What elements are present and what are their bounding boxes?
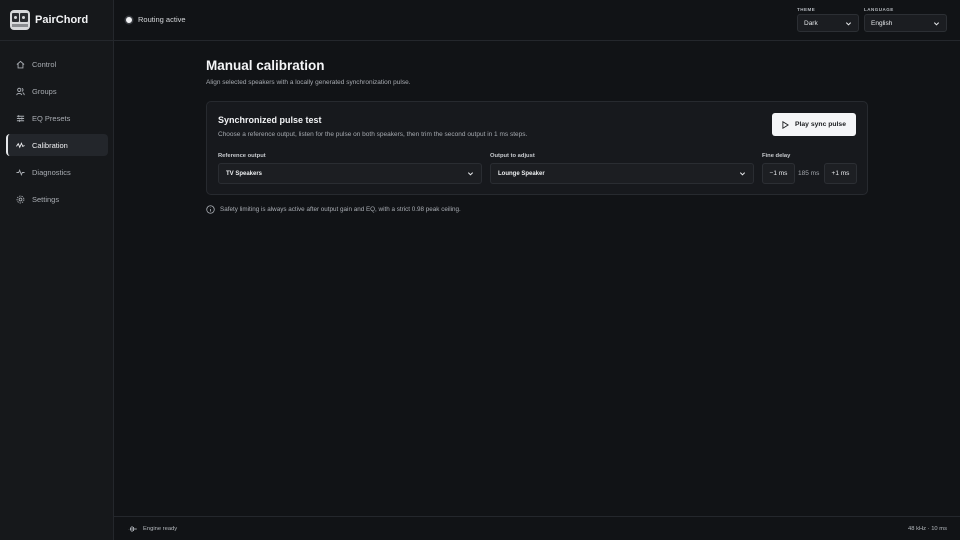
status-text: Routing active <box>138 15 186 24</box>
users-icon <box>16 87 25 96</box>
sidebar-item-groups[interactable]: Groups <box>6 80 108 102</box>
sidebar-item-label: Calibration <box>32 140 68 150</box>
pulse-icon <box>16 141 25 150</box>
app-logo-icon <box>10 10 30 30</box>
sidebar-item-label: Groups <box>32 86 57 96</box>
sidebar-divider <box>0 40 114 41</box>
theme-selector: THEME Dark <box>797 7 859 32</box>
page-title: Manual calibration <box>206 58 325 73</box>
activity-icon <box>16 168 25 177</box>
routing-status: Routing active <box>126 15 186 24</box>
sidebar-item-eq-presets[interactable]: EQ Presets <box>6 107 108 129</box>
theme-label: THEME <box>797 7 816 12</box>
card-description: Choose a reference output, listen for th… <box>218 131 528 138</box>
play-sync-pulse-button[interactable]: Play sync pulse <box>772 113 856 136</box>
sidebar: PairChord Control Groups EQ Presets Cali <box>0 0 114 540</box>
language-select[interactable]: English <box>864 14 947 32</box>
engine-status-text: Engine ready <box>143 526 178 532</box>
sidebar-item-label: Diagnostics <box>32 167 71 177</box>
delay-increase-button[interactable]: +1 ms <box>824 163 857 184</box>
language-selector: LANGUAGE English <box>864 7 947 32</box>
page-subtitle: Align selected speakers with a locally g… <box>206 79 411 86</box>
theme-select[interactable]: Dark <box>797 14 859 32</box>
fine-delay-label: Fine delay <box>762 153 791 159</box>
info-icon <box>206 205 215 214</box>
output-to-adjust-value: Lounge Speaker <box>498 170 545 177</box>
play-icon <box>782 120 789 129</box>
output-to-adjust-label: Output to adjust <box>490 153 535 159</box>
reference-output-select[interactable]: TV Speakers <box>218 163 482 184</box>
safety-note: Safety limiting is always active after o… <box>206 205 461 214</box>
brand[interactable]: PairChord <box>10 9 88 31</box>
main-content: Manual calibration Align selected speake… <box>206 58 868 214</box>
status-dot-icon <box>126 16 132 23</box>
home-icon <box>16 60 25 69</box>
sliders-icon <box>16 114 25 123</box>
audio-format-info: 48 kHz · 10 ms <box>908 526 947 532</box>
sidebar-item-label: Control <box>32 59 57 69</box>
chevron-down-icon <box>467 172 474 176</box>
output-to-adjust-select[interactable]: Lounge Speaker <box>490 163 754 184</box>
delay-value: 185 ms <box>798 170 820 177</box>
sidebar-item-control[interactable]: Control <box>6 53 108 75</box>
reference-output-value: TV Speakers <box>226 170 263 177</box>
reference-output-label: Reference output <box>218 153 266 159</box>
delay-decrease-button[interactable]: −1 ms <box>762 163 795 184</box>
sidebar-item-settings[interactable]: Settings <box>6 188 108 210</box>
card-title: Synchronized pulse test <box>218 115 322 125</box>
sidebar-item-diagnostics[interactable]: Diagnostics <box>6 161 108 183</box>
engine-status: Engine ready <box>128 525 177 533</box>
top-bar: Routing active THEME Dark LANGUAGE Engli… <box>114 0 960 41</box>
waveform-icon <box>128 526 137 532</box>
sidebar-item-label: EQ Presets <box>32 113 71 123</box>
chevron-down-icon <box>845 21 852 26</box>
chevron-down-icon <box>739 172 746 176</box>
sidebar-nav: Control Groups EQ Presets Calibration Di… <box>6 53 108 215</box>
play-button-label: Play sync pulse <box>794 121 846 128</box>
chevron-down-icon <box>933 21 940 26</box>
safety-note-text: Safety limiting is always active after o… <box>220 206 461 213</box>
language-value: English <box>871 19 893 27</box>
status-footer: Engine ready 48 kHz · 10 ms <box>114 516 960 540</box>
pulse-test-card: Synchronized pulse test Choose a referen… <box>206 101 868 195</box>
theme-value: Dark <box>804 19 818 27</box>
language-label: LANGUAGE <box>864 7 894 12</box>
app-name: PairChord <box>35 14 89 26</box>
sidebar-item-calibration[interactable]: Calibration <box>6 134 108 156</box>
sidebar-item-label: Settings <box>32 194 60 204</box>
gear-icon <box>16 195 25 204</box>
